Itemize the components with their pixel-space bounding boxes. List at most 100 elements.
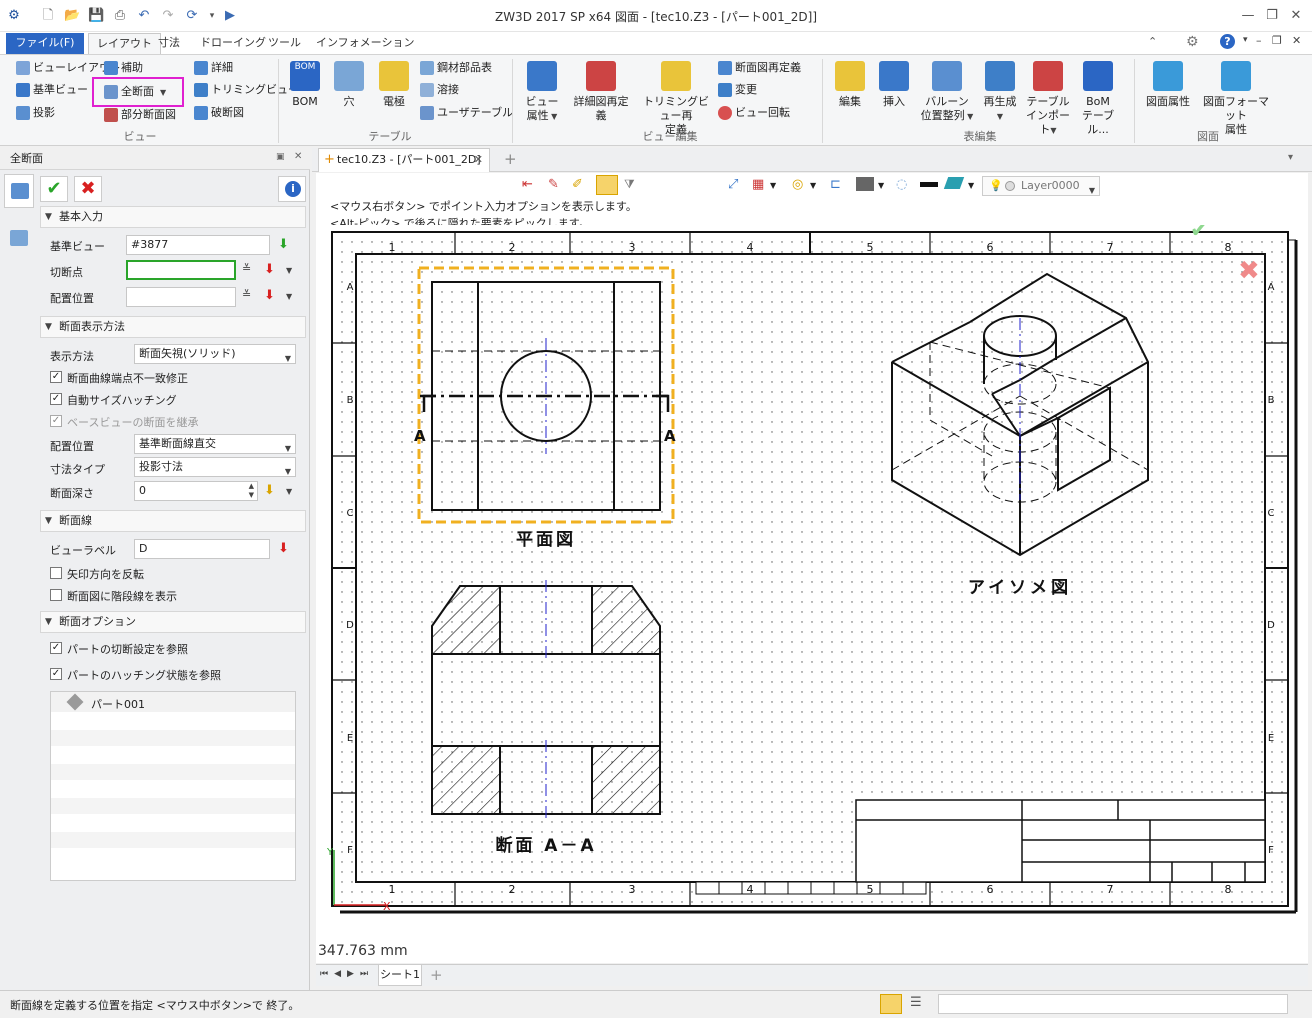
base-view-pick-icon[interactable]: ⬇ bbox=[278, 237, 289, 252]
dimension-type-select[interactable]: 投影寸法 ▼ bbox=[134, 457, 296, 477]
help-icon[interactable]: ? bbox=[1220, 34, 1235, 49]
tab-dimension[interactable]: 寸法 bbox=[150, 33, 188, 54]
document-tab[interactable]: + tec10.Z3 - [パート001_2D] ✕ bbox=[318, 148, 490, 172]
section-header-basic-input[interactable]: 基本入力 bbox=[40, 206, 306, 228]
cut-point-expand-icon[interactable]: ≚ bbox=[242, 262, 251, 275]
highlighter-icon[interactable]: ✐ bbox=[572, 177, 583, 192]
layer-select[interactable]: 💡 Layer0000 ▼ bbox=[982, 176, 1100, 196]
hole-button[interactable]: 穴 bbox=[330, 61, 368, 109]
settings-gear-icon[interactable]: ⚙ bbox=[1186, 34, 1199, 50]
cut-point-dropdown-icon[interactable]: ▼ bbox=[286, 266, 292, 275]
display-method-select[interactable]: 断面矢視(ソリッド) ▼ bbox=[134, 344, 296, 364]
tab-file[interactable]: ファイル(F) bbox=[6, 33, 84, 54]
panel-pin-icon[interactable]: ▣ bbox=[276, 152, 285, 162]
bom-button[interactable]: BOM BOM bbox=[284, 61, 326, 109]
user-table-button[interactable]: ユーザテーブル bbox=[420, 103, 513, 123]
panel-close-icon[interactable]: ✕ bbox=[294, 151, 302, 162]
electrode-button[interactable]: 電極 bbox=[374, 61, 414, 109]
doc-close-button[interactable]: ✕ bbox=[1292, 34, 1301, 47]
reverse-arrow-checkbox[interactable] bbox=[50, 567, 62, 579]
section-header-section-line[interactable]: 断面線 bbox=[40, 510, 306, 532]
tab-information[interactable]: インフォメーション bbox=[308, 33, 422, 54]
dimension-icon[interactable]: ⊏ bbox=[830, 177, 841, 192]
part-cut-setting-checkbox[interactable]: ✓ bbox=[50, 642, 62, 654]
view-label-pick-icon[interactable]: ⬇ bbox=[278, 541, 289, 556]
exit-icon[interactable]: ⇤ bbox=[522, 177, 533, 192]
status-list-icon[interactable]: ☰ bbox=[910, 995, 922, 1010]
snap-icon[interactable]: ⤢ bbox=[728, 177, 738, 192]
display-icon[interactable]: ◎ bbox=[792, 177, 803, 192]
part-hatch-state-checkbox[interactable]: ✓ bbox=[50, 668, 62, 680]
tab-tools[interactable]: ツール bbox=[260, 33, 309, 54]
display-dropdown-icon[interactable]: ▼ bbox=[810, 181, 816, 190]
placement-position-select[interactable]: 基準断面線直交 ▼ bbox=[134, 434, 296, 454]
section-depth-pick-icon[interactable]: ⬇ bbox=[264, 483, 275, 498]
section-header-display-method[interactable]: 断面表示方法 bbox=[40, 316, 306, 338]
info-button[interactable]: i bbox=[278, 176, 306, 202]
help-dropdown-icon[interactable]: ▾ bbox=[1243, 35, 1248, 45]
view-rotate-button[interactable]: ビュー回転 bbox=[718, 103, 790, 123]
placement-pick-icon[interactable]: ⬇ bbox=[264, 288, 275, 303]
auto-hatch-checkbox[interactable]: ✓ bbox=[50, 393, 62, 405]
inherit-base-section-checkbox[interactable]: ✓ bbox=[50, 415, 62, 427]
list-item[interactable]: パート001 bbox=[51, 692, 295, 712]
auxiliary-button[interactable]: 補助 bbox=[104, 58, 143, 78]
ok-overlay-icon[interactable]: ✔ bbox=[1190, 225, 1208, 243]
section-depth-input[interactable]: 0 ▲ ▼ bbox=[134, 481, 258, 501]
weld-button[interactable]: 溶接 bbox=[420, 80, 459, 100]
shade-dropdown-icon[interactable]: ▼ bbox=[878, 181, 884, 190]
ribbon-collapse-icon[interactable]: ⌃ bbox=[1148, 35, 1157, 48]
document-tab-close-icon[interactable]: ✕ bbox=[474, 149, 483, 171]
grid-icon[interactable]: ▦ bbox=[752, 177, 764, 192]
fix-curve-endpoint-checkbox[interactable]: ✓ bbox=[50, 371, 62, 383]
trimming-redefine-button[interactable]: トリミングビュー再 定義 bbox=[638, 61, 714, 137]
drawing-format-button[interactable]: 図面フォーマット 属性 bbox=[1200, 61, 1272, 137]
placement-expand-icon[interactable]: ≚ bbox=[242, 288, 251, 301]
maximize-button[interactable]: ❐ bbox=[1260, 6, 1284, 26]
section-header-section-options[interactable]: 断面オプション bbox=[40, 611, 306, 633]
add-sheet-button[interactable]: + bbox=[430, 966, 443, 984]
broken-view-button[interactable]: 破断図 bbox=[194, 103, 244, 123]
view-attribute-button[interactable]: ビュー 属性 ▼ bbox=[520, 61, 564, 124]
steel-parts-button[interactable]: 鋼材部品表 bbox=[420, 58, 492, 78]
regenerate-button[interactable]: 再生成 ▼ bbox=[978, 61, 1022, 124]
detail-redefine-button[interactable]: 詳細図再定義 bbox=[568, 61, 634, 123]
bom-table-button[interactable]: BoM テーブル... bbox=[1074, 61, 1122, 137]
cancel-button[interactable]: ✖ bbox=[74, 176, 102, 202]
section-depth-spinner-icon[interactable]: ▲ ▼ bbox=[249, 482, 254, 500]
close-window-button[interactable]: ✕ bbox=[1284, 6, 1308, 26]
line-weight-icon[interactable] bbox=[920, 182, 938, 187]
new-tab-button[interactable]: + bbox=[504, 150, 517, 168]
side-tab-full-section[interactable] bbox=[4, 174, 34, 208]
shade-icon[interactable] bbox=[856, 177, 874, 191]
base-view-input[interactable]: #3877 bbox=[126, 235, 270, 255]
section-redefine-button[interactable]: 断面図再定義 bbox=[718, 58, 801, 78]
full-section-dropdown-icon[interactable]: ▼ bbox=[160, 88, 166, 97]
layer-icon[interactable] bbox=[943, 177, 965, 189]
drawing-attribute-button[interactable]: 図面属性 bbox=[1140, 61, 1196, 109]
doc-restore-button[interactable]: ❐ bbox=[1272, 34, 1282, 47]
drawing-canvas[interactable]: ⇤ ✎ ✐ ⧩ ⤢ ▦ ▼ ◎ ▼ ⊏ ▼ ◌ ▼ 💡 Layer0000 ▼ … bbox=[316, 173, 1308, 963]
filter-icon[interactable]: ⧩ bbox=[624, 177, 635, 192]
eraser-icon[interactable]: ✎ bbox=[548, 177, 559, 192]
placement-input[interactable] bbox=[126, 287, 236, 307]
minimize-button[interactable]: — bbox=[1236, 6, 1260, 26]
partial-section-button[interactable]: 部分断面図 bbox=[104, 105, 176, 125]
projection-button[interactable]: 投影 bbox=[16, 103, 55, 123]
placement-dropdown-icon[interactable]: ▼ bbox=[286, 292, 292, 301]
cut-point-input[interactable] bbox=[126, 260, 236, 280]
command-input[interactable] bbox=[938, 994, 1288, 1014]
show-step-line-checkbox[interactable] bbox=[50, 589, 62, 601]
side-tab-views[interactable] bbox=[4, 222, 34, 256]
table-import-button[interactable]: テーブル インポート▼ bbox=[1024, 61, 1072, 138]
status-toggle-icon[interactable] bbox=[880, 994, 902, 1014]
cancel-overlay-icon[interactable]: ✖ bbox=[1238, 256, 1260, 286]
dotted-circle-icon[interactable]: ◌ bbox=[896, 177, 907, 192]
sheet-tab[interactable]: シート1 bbox=[378, 965, 422, 986]
doc-minimize-button[interactable]: – bbox=[1256, 34, 1262, 47]
insert-button[interactable]: 挿入 bbox=[874, 61, 914, 109]
detail-button[interactable]: 詳細 bbox=[194, 58, 233, 78]
cut-point-pick-icon[interactable]: ⬇ bbox=[264, 262, 275, 277]
section-depth-dropdown-icon[interactable]: ▼ bbox=[286, 487, 292, 496]
ok-button[interactable]: ✔ bbox=[40, 176, 68, 202]
